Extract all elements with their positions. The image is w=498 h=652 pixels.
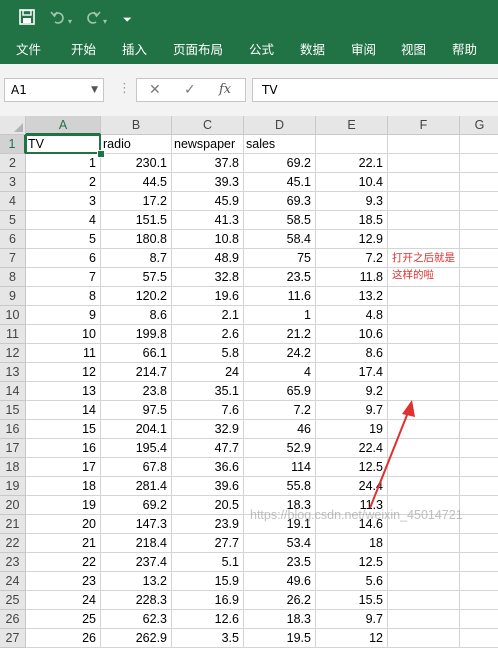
watermark: https://blog.csdn.net/weixin_45014721	[250, 508, 463, 522]
annotation-arrow	[369, 400, 415, 509]
